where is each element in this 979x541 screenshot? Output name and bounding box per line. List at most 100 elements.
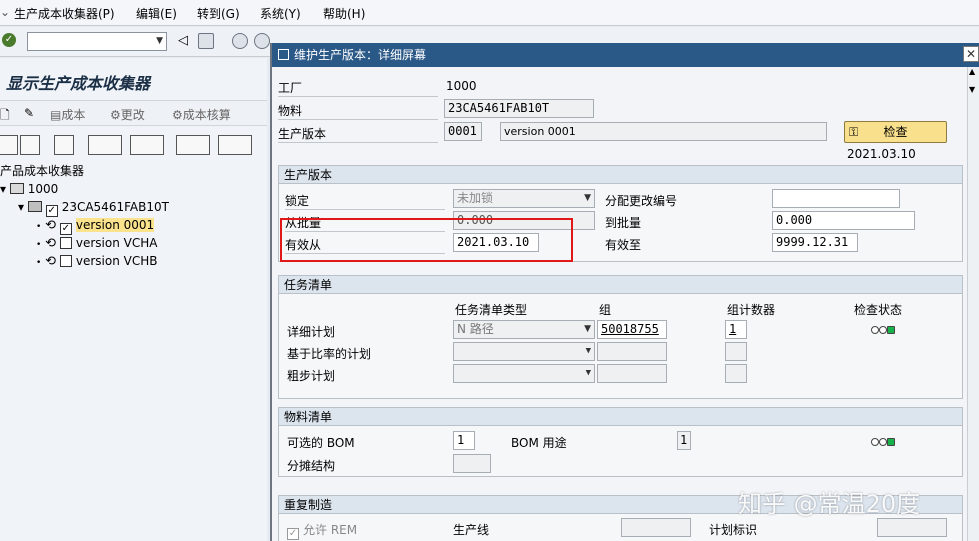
left-toolbar: 🗋 ✎ ▤成本 ⚙更改 ⚙成本核算	[0, 100, 267, 126]
group-title: 物料清单	[279, 408, 962, 426]
back-icon[interactable]: ◁	[178, 33, 188, 48]
dialog-title-bar: 维护生产版本：详细屏幕 ✕	[272, 43, 979, 67]
group-title: 生产版本	[279, 166, 962, 184]
menu-edit[interactable]: 编辑(E)	[136, 5, 177, 22]
tree-toolbar	[0, 133, 267, 159]
print-icon[interactable]	[88, 135, 122, 155]
plant-value: 1000	[446, 79, 477, 93]
version-field[interactable]: 0001	[444, 122, 482, 141]
valid-to-field[interactable]: 9999.12.31	[772, 233, 858, 252]
menu-help[interactable]: 帮助(H)	[323, 5, 365, 22]
change-icon: ⚙	[110, 108, 121, 122]
exit-icon[interactable]	[254, 33, 270, 49]
alt-bom-field[interactable]: 1	[453, 431, 475, 450]
check-date: 2021.03.10	[847, 147, 916, 161]
close-button[interactable]: ✕	[963, 46, 979, 62]
version-icon: ⟲	[45, 236, 57, 251]
page-title: 显示生产成本收集器	[6, 74, 151, 93]
group-field[interactable]: 50018755	[597, 320, 667, 339]
bullet-icon: •	[36, 222, 42, 232]
collapse-icon[interactable]	[20, 135, 40, 155]
menu-goto[interactable]: 转到(G)	[197, 5, 240, 22]
save-icon[interactable]	[198, 33, 214, 49]
counter-field[interactable]: 1	[725, 320, 747, 339]
view-icon[interactable]	[218, 135, 252, 155]
edit-pencil-icon[interactable]: ✎	[24, 106, 34, 120]
counter-field[interactable]	[725, 364, 747, 383]
counter-field[interactable]	[725, 342, 747, 361]
bom-usage-label: BOM 用途	[511, 436, 567, 450]
type-value: N 路径	[457, 322, 494, 336]
version-checkbox[interactable]	[59, 255, 72, 267]
valid-to-label: 有效至	[605, 238, 642, 252]
menu-collector[interactable]: 生产成本收集器(P)	[14, 5, 115, 22]
group-field[interactable]	[597, 342, 667, 361]
divider	[285, 209, 445, 210]
to-lot-field[interactable]: 0.000	[772, 211, 915, 230]
plan-id-field[interactable]	[877, 518, 947, 537]
status-lights	[871, 435, 895, 449]
watermark: 知乎 @常温20度	[738, 490, 921, 518]
type-select[interactable]: N 路径 ▼	[453, 320, 595, 339]
tree-node-version[interactable]: • ⟲ ✓ version 0001	[36, 216, 155, 235]
checkbox-icon: ✓	[287, 528, 299, 540]
status-green-icon	[887, 326, 895, 334]
find-icon[interactable]	[54, 135, 74, 155]
change-no-field[interactable]	[772, 189, 900, 208]
lock-select[interactable]: 未加锁 ▼	[453, 189, 595, 208]
material-icon	[27, 201, 42, 212]
status-lights	[871, 323, 895, 337]
apportion-field[interactable]	[453, 454, 491, 473]
check-label: 检查	[883, 125, 908, 139]
scroll-down-icon[interactable]: ▼	[969, 85, 975, 94]
version-label: version VCHA	[75, 236, 158, 250]
scroll-up-icon[interactable]: ▲	[969, 67, 975, 76]
chevron-down-icon: ▼	[585, 346, 591, 356]
allow-rem-checkbox[interactable]: ✓ 允许 REM	[287, 521, 357, 540]
status-yellow-icon	[879, 438, 887, 446]
left-pane: 显示生产成本收集器 🗋 ✎ ▤成本 ⚙更改 ⚙成本核算 产品成本收集器 ▾ 10…	[0, 58, 267, 541]
lock-label: 锁定	[285, 194, 310, 208]
tree-node-material[interactable]: ▾ ✓ 23CA5461FAB10T	[18, 198, 169, 217]
bom-usage-field[interactable]: 1	[677, 431, 691, 450]
type-select[interactable]: ▼	[453, 342, 595, 361]
tree-node-version[interactable]: • ⟲ version VCHB	[36, 252, 157, 270]
new-icon[interactable]: 🗋	[0, 106, 10, 127]
change-button[interactable]: ⚙更改	[110, 106, 145, 123]
line-field[interactable]	[621, 518, 691, 537]
version-icon: ⟲	[45, 254, 57, 269]
navigate-back-icon[interactable]	[232, 33, 248, 49]
vertical-scrollbar[interactable]: ▲ ▼	[967, 67, 979, 541]
menu-system[interactable]: 系统(Y)	[260, 5, 301, 22]
expand-icon[interactable]	[0, 135, 18, 155]
export-icon[interactable]	[176, 135, 210, 155]
group-bom: 物料清单 可选的 BOM 1 BOM 用途 1 分摊结构	[278, 407, 963, 477]
group-field[interactable]	[597, 364, 667, 383]
bullet-icon: •	[36, 258, 42, 268]
costing-button[interactable]: ⚙成本核算	[172, 106, 231, 123]
chevron-down-icon: ▼	[584, 193, 591, 203]
expand-arrow-icon[interactable]: ▾	[0, 182, 6, 196]
layout-icon[interactable]	[130, 135, 164, 155]
tree-node-plant[interactable]: ▾ 1000	[0, 180, 58, 198]
type-select[interactable]: ▼	[453, 364, 595, 383]
bullet-icon: •	[36, 240, 42, 250]
material-field[interactable]: 23CA5461FAB10T	[444, 99, 594, 118]
version-label: version VCHB	[75, 254, 158, 268]
plant-label: 1000	[27, 182, 59, 196]
enter-icon[interactable]: ✓	[2, 33, 16, 47]
expand-arrow-icon[interactable]: ▾	[18, 200, 24, 214]
divider	[278, 142, 438, 143]
col-group-header: 组	[599, 303, 612, 317]
check-button[interactable]: ⚿ 检查	[844, 121, 947, 143]
cost-button[interactable]: ▤成本	[50, 106, 85, 123]
version-text-field[interactable]: version 0001	[500, 122, 827, 141]
version-checkbox[interactable]	[59, 237, 72, 249]
change-label: 更改	[120, 108, 145, 122]
chevron-down-icon: ▼	[585, 368, 591, 378]
tree-node-version[interactable]: • ⟲ version VCHA	[36, 234, 157, 252]
edit-icon	[278, 49, 289, 60]
divider	[278, 119, 438, 120]
command-field[interactable]: ▼	[27, 32, 167, 51]
status-yellow-icon	[879, 326, 887, 334]
